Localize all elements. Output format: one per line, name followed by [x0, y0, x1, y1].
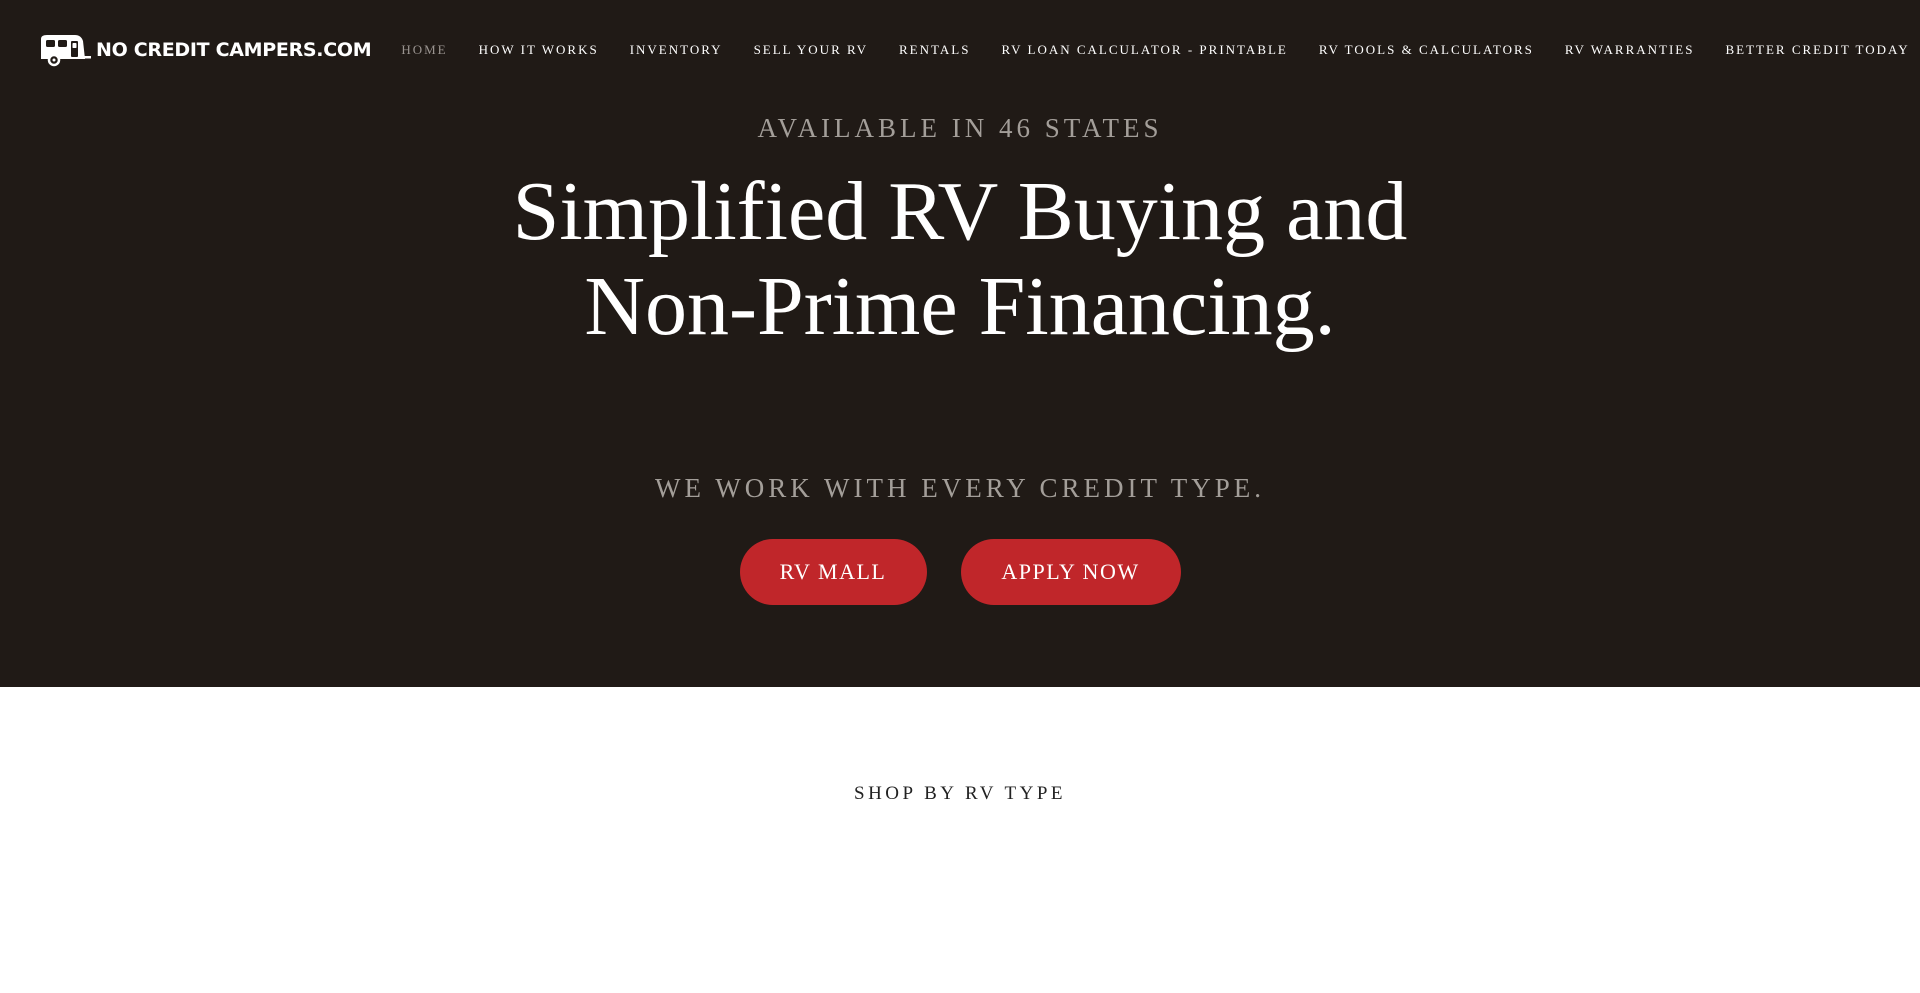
hero-headline: Simplified RV Buying and Non-Prime Finan…: [512, 165, 1408, 353]
nav-item-rentals[interactable]: RENTALS: [899, 42, 970, 58]
apply-now-button[interactable]: APPLY NOW: [960, 539, 1181, 605]
brand-name: NO CREDIT CAMPERS.COM: [96, 39, 372, 61]
hero-subhead: WE WORK WITH EVERY CREDIT TYPE.: [655, 473, 1265, 503]
camper-trailer-icon: [41, 35, 91, 67]
hero-eyebrow: AVAILABLE IN 46 STATES: [757, 113, 1163, 143]
nav-menu: HOME HOW IT WORKS INVENTORY SELL YOUR RV…: [401, 42, 1920, 58]
nav-item-sell-your-rv[interactable]: SELL YOUR RV: [754, 42, 868, 58]
nav-item-better-credit-today[interactable]: BETTER CREDIT TODAY: [1725, 42, 1909, 58]
hero-cta-row: RV MALL APPLY NOW: [0, 539, 1920, 605]
hero-section: NO CREDIT CAMPERS.COM HOME HOW IT WORKS …: [0, 0, 1920, 687]
nav-item-how-it-works[interactable]: HOW IT WORKS: [479, 42, 599, 58]
shop-by-type-title: SHOP BY RV TYPE: [854, 783, 1066, 804]
nav-item-rv-warranties[interactable]: RV WARRANTIES: [1565, 42, 1695, 58]
top-navigation: NO CREDIT CAMPERS.COM HOME HOW IT WORKS …: [0, 0, 1920, 100]
nav-item-rv-loan-calculator[interactable]: RV LOAN CALCULATOR - PRINTABLE: [1001, 42, 1287, 58]
rv-mall-button[interactable]: RV MALL: [739, 539, 927, 605]
nav-item-home[interactable]: HOME: [401, 42, 447, 58]
nav-item-inventory[interactable]: INVENTORY: [630, 42, 723, 58]
site-logo[interactable]: NO CREDIT CAMPERS.COM: [37, 30, 372, 70]
shop-by-type-section: SHOP BY RV TYPE: [0, 687, 1920, 993]
nav-item-rv-tools-calculators[interactable]: RV TOOLS & CALCULATORS: [1319, 42, 1534, 58]
